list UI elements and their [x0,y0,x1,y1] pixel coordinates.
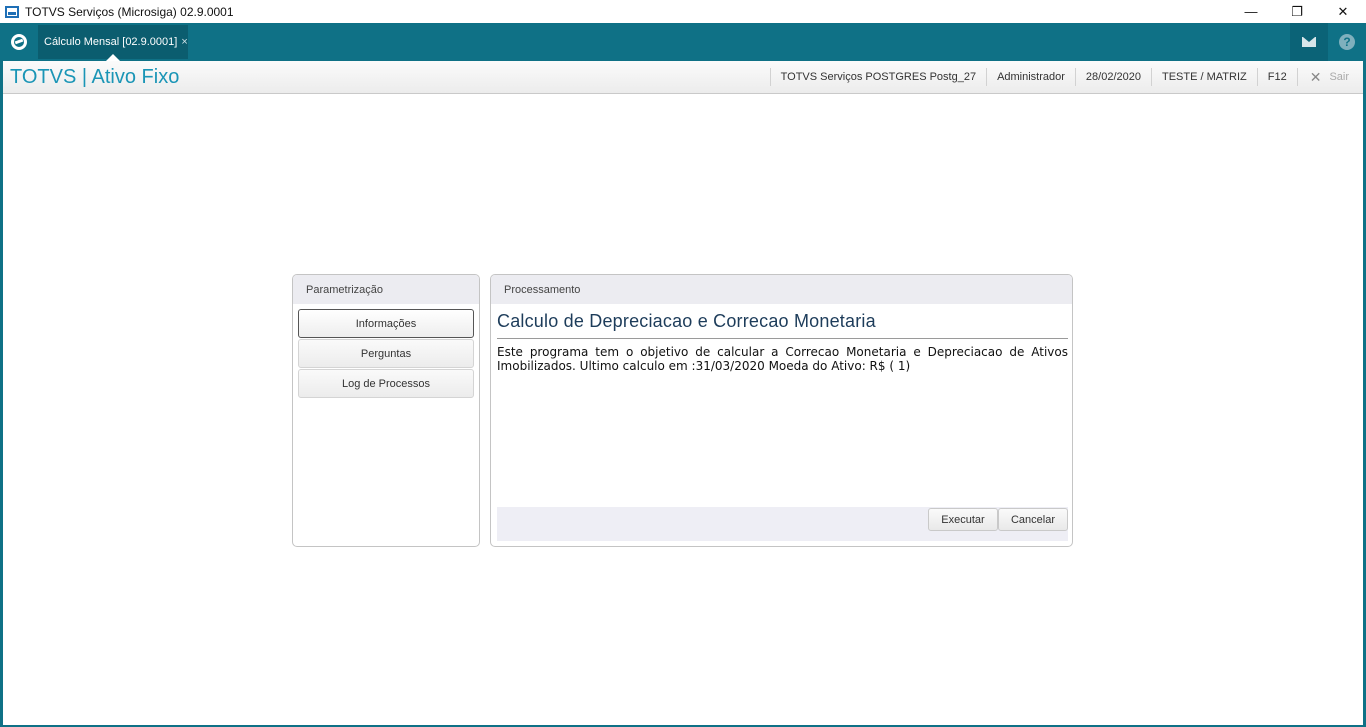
processing-actions: Executar Cancelar [497,507,1068,541]
environment-label[interactable]: TOTVS Serviços POSTGRES Postg_27 [769,68,986,86]
parametrization-buttons: Informações Perguntas Log de Processos [293,304,479,398]
help-button[interactable]: ? [1328,23,1366,61]
perguntas-button[interactable]: Perguntas [298,339,474,368]
processing-content: Calculo de Depreciacao e Correcao Moneta… [497,304,1068,373]
tabbar-right-icons: ? [1290,23,1366,61]
help-icon: ? [1339,34,1355,50]
tab-calculo-mensal[interactable]: Cálculo Mensal [02.9.0001] × [38,25,188,61]
processing-description: Este programa tem o objetivo de calcular… [497,345,1068,373]
parametrization-panel-title: Parametrização [293,275,479,304]
shortcut-label[interactable]: F12 [1256,68,1297,86]
minimize-button[interactable]: — [1228,0,1274,23]
tab-label: Cálculo Mensal [02.9.0001] [44,36,178,48]
exit-label: Sair [1329,71,1349,83]
window-title: TOTVS Serviços (Microsiga) 02.9.0001 [25,4,234,19]
processing-panel: Processamento Calculo de Depreciacao e C… [490,274,1073,547]
totvs-menu-button[interactable] [0,23,38,61]
session-info: TOTVS Serviços POSTGRES Postg_27 Adminis… [769,61,1363,93]
close-window-button[interactable]: ✕ [1320,0,1366,23]
module-title: TOTVS | Ativo Fixo [10,65,180,88]
frame-left-border [0,61,3,727]
cancel-button[interactable]: Cancelar [998,508,1068,531]
active-tab-caret [106,54,120,61]
parametrization-panel: Parametrização Informações Perguntas Log… [292,274,480,547]
module-header: TOTVS | Ativo Fixo TOTVS Serviços POSTGR… [3,61,1363,94]
user-label[interactable]: Administrador [986,68,1075,86]
execute-button[interactable]: Executar [928,508,998,531]
exit-button[interactable]: ✕ Sair [1296,68,1363,86]
tab-close-icon[interactable]: × [181,36,187,48]
totvs-logo-icon [11,34,27,50]
log-de-processos-button[interactable]: Log de Processos [298,369,474,398]
restore-button[interactable]: ❐ [1274,0,1320,23]
mail-icon [1302,37,1316,47]
app-window-icon [5,5,19,18]
exit-x-icon: ✕ [1309,68,1322,85]
informacoes-button[interactable]: Informações [298,309,474,338]
processing-heading: Calculo de Depreciacao e Correcao Moneta… [497,304,1068,339]
tab-bar: Cálculo Mensal [02.9.0001] × ? [0,23,1366,61]
date-label[interactable]: 28/02/2020 [1074,68,1151,86]
window-titlebar: TOTVS Serviços (Microsiga) 02.9.0001 — ❐… [0,0,1366,23]
company-label[interactable]: TESTE / MATRIZ [1150,68,1257,86]
window-controls: — ❐ ✕ [1228,0,1366,23]
processing-panel-title: Processamento [491,275,1072,304]
messages-button[interactable] [1290,23,1328,61]
